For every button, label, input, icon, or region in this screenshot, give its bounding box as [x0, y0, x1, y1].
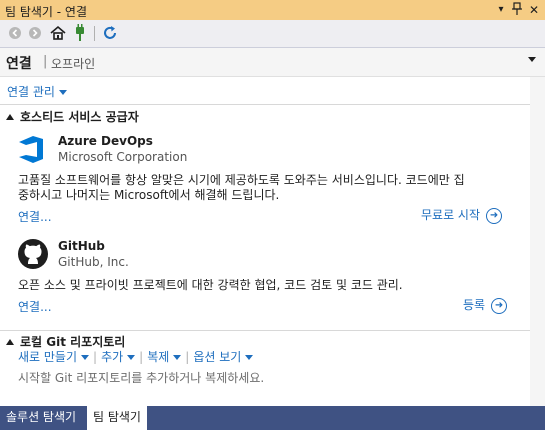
github-logo-icon — [17, 238, 49, 270]
toolbar — [0, 20, 545, 48]
divider — [0, 330, 530, 331]
title-bar: 팀 탐색기 - 연결 ▾ ✕ — [0, 0, 545, 20]
provider-company: GitHub, Inc. — [58, 255, 129, 269]
github-sign-up-link[interactable]: 등록 ➜ — [463, 296, 508, 314]
clone-repository-button[interactable]: 복제 — [147, 350, 182, 364]
azure-get-started-link[interactable]: 무료로 시작 ➜ — [421, 206, 503, 224]
status-offline: 오프라인 — [51, 57, 96, 71]
tab-team-explorer[interactable]: 팀 탐색기 — [87, 406, 147, 430]
chevron-down-icon — [81, 355, 90, 360]
provider-description-line2: 중하시고 나머지는 Microsoft에서 해결해 드립니다. — [18, 188, 280, 202]
back-icon[interactable] — [7, 24, 25, 42]
dropdown-icon[interactable]: ▾ — [494, 2, 508, 18]
tab-solution-explorer[interactable]: 솔루션 탐색기 — [0, 406, 82, 430]
local-git-hint: 시작할 Git 리포지토리를 추가하거나 복제하세요. — [18, 371, 265, 385]
page-title: 연결 — [6, 56, 32, 72]
toolbar-separator — [94, 26, 95, 41]
bottom-tab-strip: 솔루션 탐색기 팀 탐색기 — [0, 406, 545, 430]
collapse-triangle-icon — [6, 339, 14, 345]
chevron-down-icon — [173, 355, 182, 360]
chevron-down-icon — [58, 90, 67, 95]
provider-company: Microsoft Corporation — [58, 150, 188, 164]
page-header: 연결 | 오프라인 — [0, 48, 545, 77]
close-icon[interactable]: ✕ — [527, 2, 541, 18]
arrow-right-circle-icon: ➜ — [491, 297, 508, 314]
new-repository-button[interactable]: 새로 만들기 — [18, 350, 90, 364]
chevron-down-icon — [127, 355, 136, 360]
window-title: 팀 탐색기 - 연결 — [5, 5, 88, 19]
provider-name: Azure DevOps — [58, 134, 153, 148]
forward-icon[interactable] — [27, 24, 45, 42]
arrow-right-circle-icon: ➜ — [486, 207, 503, 224]
add-repository-button[interactable]: 추가 — [101, 350, 136, 364]
refresh-icon[interactable] — [101, 24, 119, 42]
hosted-providers-section-header[interactable]: 호스티드 서비스 공급자 — [6, 108, 139, 125]
local-git-actions: 새로 만들기 | 추가 | 복제 | 옵션 보기 — [18, 348, 257, 365]
github-connect-link[interactable]: 연결... — [18, 298, 52, 315]
provider-name: GitHub — [58, 239, 105, 253]
page-menu-dropdown-icon[interactable] — [528, 57, 536, 62]
azure-devops-logo-icon — [17, 133, 50, 165]
provider-description-line1: 오픈 소스 및 프라이빗 프로젝트에 대한 강력한 협업, 코드 검토 및 코드… — [18, 278, 403, 292]
collapse-triangle-icon — [6, 114, 14, 120]
vertical-scrollbar[interactable] — [530, 77, 545, 406]
chevron-down-icon — [245, 355, 254, 360]
pin-icon[interactable] — [510, 2, 524, 18]
connect-page-content: 연결 관리 호스티드 서비스 공급자 Azure DevOps Microsof… — [0, 77, 530, 406]
header-divider: | — [43, 54, 48, 69]
view-options-button[interactable]: 옵션 보기 — [193, 350, 254, 364]
azure-connect-link[interactable]: 연결... — [18, 208, 52, 225]
connect-icon[interactable] — [72, 24, 90, 42]
divider — [0, 104, 530, 105]
home-icon[interactable] — [49, 24, 67, 42]
manage-connections-link[interactable]: 연결 관리 — [7, 83, 67, 100]
